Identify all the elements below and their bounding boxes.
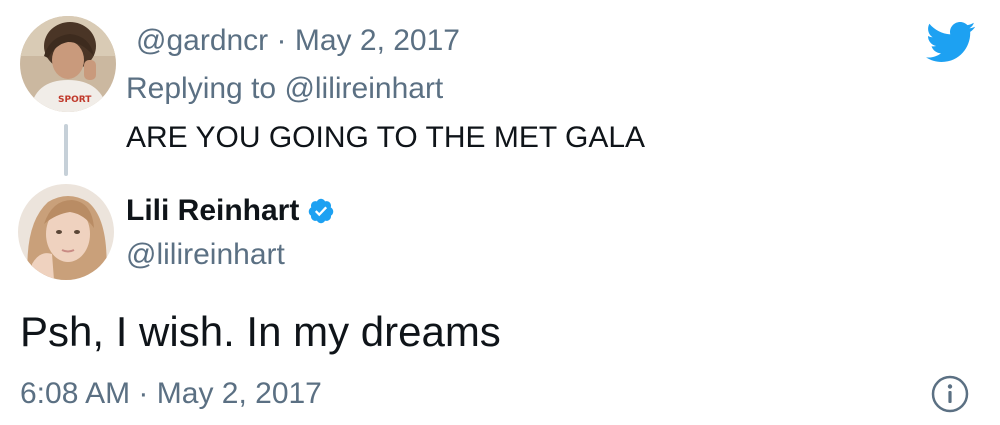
main-author-display-name[interactable]: Lili Reinhart bbox=[126, 194, 299, 228]
reply-tweet-text: ARE YOU GOING TO THE MET GALA bbox=[126, 121, 646, 154]
replying-to-handle[interactable]: @lilireinhart bbox=[284, 72, 443, 105]
main-author-name-row: Lili Reinhart bbox=[126, 194, 335, 228]
meta-separator: · bbox=[276, 24, 287, 57]
reply-date[interactable]: May 2, 2017 bbox=[295, 24, 460, 57]
thread-connector-line bbox=[64, 124, 68, 176]
main-author-avatar[interactable] bbox=[18, 184, 114, 280]
timestamp-separator: · bbox=[138, 377, 149, 410]
main-author-handle[interactable]: @lilireinhart bbox=[126, 238, 285, 272]
replying-to-line: Replying to @lilireinhart bbox=[126, 72, 443, 106]
reply-meta: @gardncr · May 2, 2017 bbox=[136, 24, 460, 58]
verified-badge-icon bbox=[309, 198, 334, 224]
replying-to-prefix: Replying to bbox=[126, 72, 277, 105]
main-tweet-text: Psh, I wish. In my dreams bbox=[20, 308, 501, 355]
tweet-date[interactable]: May 2, 2017 bbox=[157, 377, 322, 410]
info-icon[interactable] bbox=[930, 374, 970, 414]
tweet-timestamp[interactable]: 6:08 AM · May 2, 2017 bbox=[20, 377, 322, 411]
reply-author-avatar[interactable]: SPORT bbox=[20, 16, 116, 112]
reply-author-handle[interactable]: @gardncr bbox=[136, 24, 268, 57]
svg-text:SPORT: SPORT bbox=[58, 95, 92, 105]
tweet-time[interactable]: 6:08 AM bbox=[20, 377, 130, 410]
twitter-bird-icon[interactable] bbox=[924, 20, 976, 64]
